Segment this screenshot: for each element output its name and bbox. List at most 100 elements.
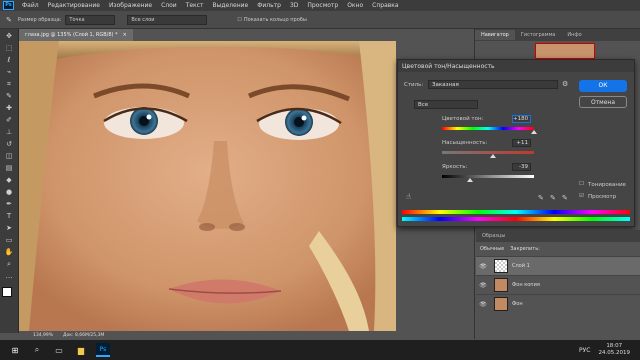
task-view-icon[interactable]: ▭ [52, 343, 66, 357]
tab-swatches[interactable]: Образцы [476, 231, 511, 241]
clock[interactable]: 18:07 24.05.2019 [599, 343, 631, 357]
eyedropper-plus-icon[interactable]: ✎ [550, 194, 556, 202]
file-explorer-icon[interactable]: ▆ [74, 343, 88, 357]
visibility-eye-icon[interactable]: 👁 [476, 301, 490, 308]
eyedropper-tool-icon[interactable]: ✎ [3, 92, 16, 101]
cancel-button[interactable]: Отмена [579, 96, 627, 108]
move-tool-icon[interactable]: ✥ [3, 32, 16, 41]
layers-panel: Образцы Обычные Закрепить: 👁 Слой 1 👁 Фо… [476, 230, 640, 333]
shape-tool-icon[interactable]: ▭ [3, 236, 16, 245]
color-swatches[interactable] [1, 287, 17, 302]
photoshop-taskbar-icon[interactable]: Ps [96, 343, 110, 357]
layer-name[interactable]: Фон копия [512, 282, 540, 288]
colorize-checkbox[interactable]: ☐ [579, 181, 584, 187]
preset-label: Стиль: [404, 82, 424, 88]
menu-filter[interactable]: Фильтр [257, 2, 281, 9]
portrait-image [19, 41, 396, 331]
layer-name[interactable]: Слой 1 [512, 263, 530, 269]
hand-adjust-icon[interactable]: ☝ [406, 192, 411, 201]
lightness-slider-thumb[interactable] [466, 178, 473, 182]
menu-window[interactable]: Окно [347, 2, 363, 9]
layer-kind-select[interactable]: Обычные [480, 246, 504, 252]
layer-row[interactable]: 👁 Слой 1 [476, 256, 640, 275]
hand-tool-icon[interactable]: ✋ [3, 248, 16, 257]
tools-panel: ✥ ⬚ ℓ ⌁ ⌗ ✎ ✚ ✐ ⊥ ↺ ◫ ▤ ◆ ● ✒ T ➤ ▭ ✋ ⌕ … [0, 29, 19, 333]
layers-options: Обычные Закрепить: [476, 242, 640, 256]
zoom-tool-icon[interactable]: ⌕ [3, 260, 16, 269]
photoshop-logo-icon: Ps [3, 1, 14, 10]
menu-view[interactable]: Просмотр [307, 2, 338, 9]
navigator-preview[interactable] [535, 43, 595, 59]
ok-button[interactable]: ОК [579, 80, 627, 92]
layer-name[interactable]: Фон [512, 301, 523, 307]
sample-size-select[interactable]: Точка [65, 14, 116, 25]
healing-tool-icon[interactable]: ✚ [3, 104, 16, 113]
eyedropper-minus-icon[interactable]: ✎ [562, 194, 568, 202]
channel-select[interactable]: Все [414, 100, 478, 109]
hue-gradient [442, 127, 534, 130]
layer-row[interactable]: 👁 Фон копия [476, 275, 640, 294]
dodge-tool-icon[interactable]: ● [3, 188, 16, 197]
windows-taskbar: ⊞ ⌕ ▭ ▆ Ps РУС 18:07 24.05.2019 [0, 340, 640, 360]
menu-file[interactable]: Файл [22, 2, 39, 9]
search-icon[interactable]: ⌕ [30, 343, 44, 357]
eyedropper-icon[interactable]: ✎ [6, 16, 12, 24]
brush-tool-icon[interactable]: ✐ [3, 116, 16, 125]
crop-tool-icon[interactable]: ⌗ [3, 80, 16, 89]
saturation-gradient [442, 151, 534, 154]
options-bar: ✎ Размер образца: Точка Все слои ☐ Показ… [0, 11, 640, 29]
eraser-tool-icon[interactable]: ◫ [3, 152, 16, 161]
hue-value-field[interactable]: +180 [512, 115, 531, 123]
stamp-tool-icon[interactable]: ⊥ [3, 128, 16, 137]
menu-3d[interactable]: 3D [290, 2, 298, 9]
menu-select[interactable]: Выделение [212, 2, 248, 9]
preset-gear-icon[interactable]: ⚙ [562, 80, 568, 88]
menu-text[interactable]: Текст [186, 2, 204, 9]
history-brush-icon[interactable]: ↺ [3, 140, 16, 149]
path-select-icon[interactable]: ➤ [3, 224, 16, 233]
more-tools-icon[interactable]: … [3, 272, 16, 281]
pen-tool-icon[interactable]: ✒ [3, 200, 16, 209]
type-tool-icon[interactable]: T [3, 212, 16, 221]
document-tab[interactable]: глаза.jpg @ 135% (Слой 1, RGB/8) * × [19, 29, 133, 41]
eyedropper-icon[interactable]: ✎ [538, 194, 544, 202]
visibility-eye-icon[interactable]: 👁 [476, 263, 490, 270]
menu-edit[interactable]: Редактирование [48, 2, 100, 9]
foreground-color[interactable] [1, 287, 12, 297]
blur-tool-icon[interactable]: ◆ [3, 176, 16, 185]
zoom-level[interactable]: 134,99% [33, 333, 53, 338]
lightness-gradient [442, 175, 534, 178]
lasso-tool-icon[interactable]: ℓ [3, 56, 16, 65]
layer-thumbnail [494, 297, 508, 311]
hue-slider-thumb[interactable] [531, 130, 537, 134]
clock-time: 18:07 [606, 343, 623, 349]
menu-image[interactable]: Изображение [109, 2, 152, 9]
visibility-eye-icon[interactable]: 👁 [476, 282, 490, 289]
language-indicator[interactable]: РУС [579, 347, 590, 354]
preset-select[interactable]: Заказная [428, 80, 558, 89]
layers-tabs: Образцы [476, 230, 640, 242]
tab-navigator[interactable]: Навигатор [475, 30, 515, 40]
lightness-value-field[interactable]: -39 [512, 163, 531, 171]
tab-info[interactable]: Инфо [561, 30, 587, 40]
saturation-value-field[interactable]: +11 [512, 139, 531, 147]
menu-bar: Ps Файл Редактирование Изображение Слои … [0, 0, 640, 11]
tab-histogram[interactable]: Гистограмма [515, 30, 562, 40]
lock-label: Закрепить: [510, 246, 540, 252]
menu-help[interactable]: Справка [372, 2, 398, 9]
gradient-tool-icon[interactable]: ▤ [3, 164, 16, 173]
close-tab-icon[interactable]: × [123, 32, 127, 38]
sample-layers-select[interactable]: Все слои [127, 14, 208, 25]
show-ring-checkbox[interactable]: ☐ [237, 17, 241, 23]
windows-start-icon[interactable]: ⊞ [8, 343, 22, 357]
document-canvas[interactable] [19, 41, 396, 331]
menu-layers[interactable]: Слои [161, 2, 177, 9]
dialog-titlebar[interactable]: Цветовой тон/Насыщенность [398, 60, 634, 72]
saturation-slider-thumb[interactable] [489, 154, 496, 158]
dialog-title: Цветовой тон/Насыщенность [402, 63, 495, 70]
document-title: глаза.jpg @ 135% (Слой 1, RGB/8) * [25, 32, 118, 38]
marquee-tool-icon[interactable]: ⬚ [3, 44, 16, 53]
quick-select-tool-icon[interactable]: ⌁ [3, 68, 16, 77]
layer-row[interactable]: 👁 Фон [476, 294, 640, 313]
preview-checkbox[interactable]: ☑ [579, 193, 584, 199]
